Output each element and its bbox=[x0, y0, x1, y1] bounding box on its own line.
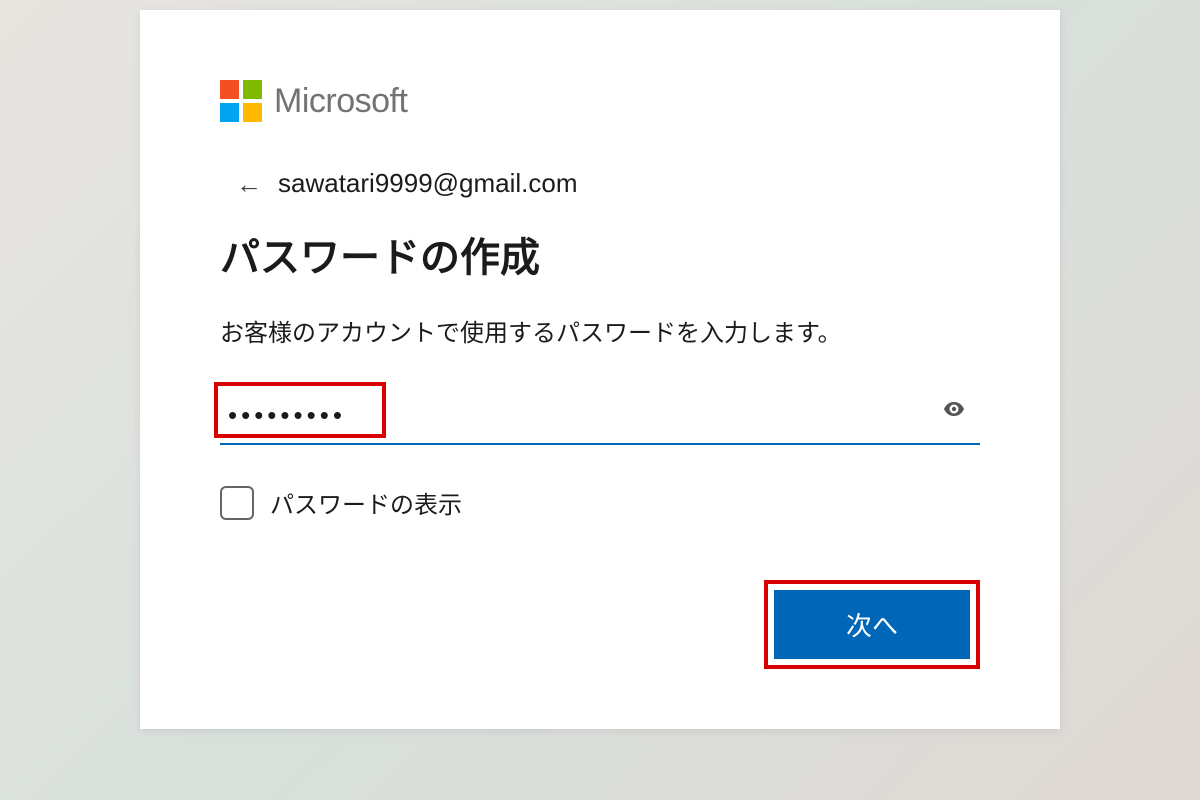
signup-card: Microsoft ← sawatari9999@gmail.com パスワード… bbox=[140, 10, 1060, 729]
show-password-label: パスワードの表示 bbox=[270, 485, 462, 520]
next-button[interactable]: 次へ bbox=[774, 590, 970, 659]
identity-row: ← sawatari9999@gmail.com bbox=[236, 168, 980, 199]
show-password-checkbox[interactable] bbox=[220, 486, 254, 520]
page-description: お客様のアカウントで使用するパスワードを入力します。 bbox=[220, 313, 980, 348]
password-input[interactable] bbox=[220, 388, 980, 445]
show-password-row: パスワードの表示 bbox=[220, 485, 980, 520]
button-row: 次へ bbox=[220, 580, 980, 669]
account-email: sawatari9999@gmail.com bbox=[278, 168, 578, 199]
brand-row: Microsoft bbox=[220, 80, 980, 122]
password-field-wrap bbox=[220, 388, 980, 445]
microsoft-logo-icon bbox=[220, 80, 262, 122]
next-button-highlight-box: 次へ bbox=[764, 580, 980, 669]
page-title: パスワードの作成 bbox=[220, 225, 980, 283]
back-arrow-icon[interactable]: ← bbox=[236, 171, 262, 197]
reveal-password-icon[interactable] bbox=[944, 402, 964, 421]
brand-name: Microsoft bbox=[274, 82, 407, 121]
